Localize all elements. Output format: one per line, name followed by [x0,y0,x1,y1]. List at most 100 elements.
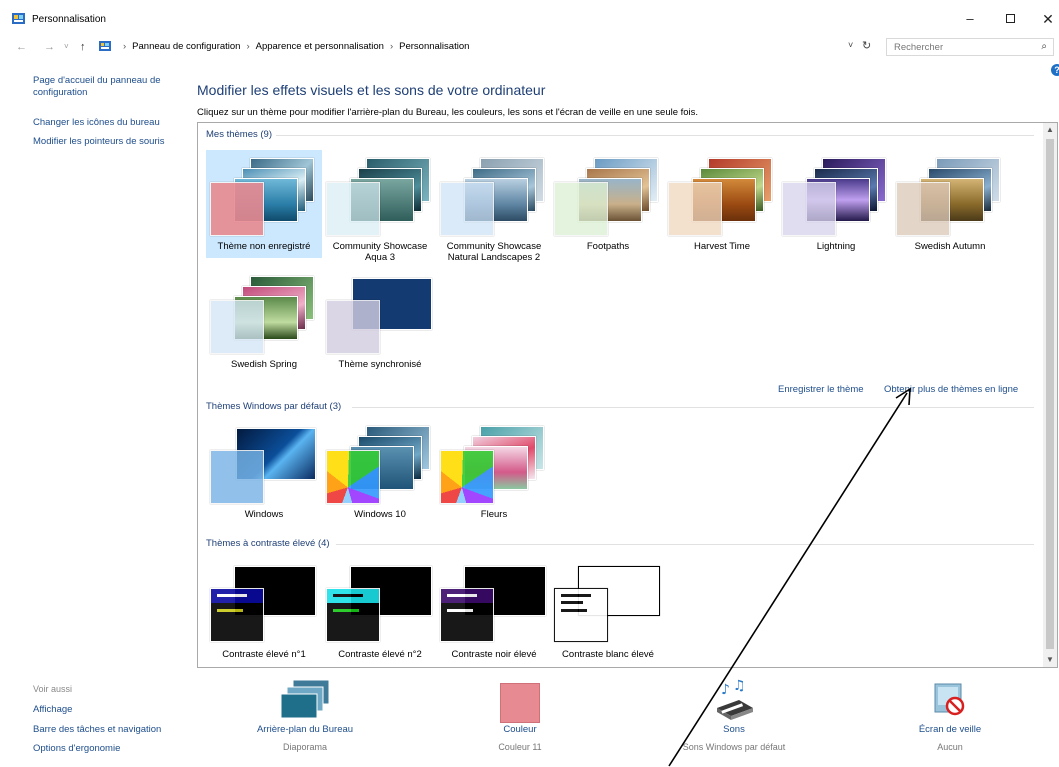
theme-label: Fleurs [480,509,508,520]
search-placeholder: Rechercher [894,42,944,53]
theme-label: Swedish Spring [230,359,297,370]
theme-harvest-time[interactable]: Harvest Time [664,150,780,258]
search-input[interactable]: Rechercher ⌕ [886,38,1054,56]
save-theme-link[interactable]: Enregistrer le thème [778,384,864,395]
color-swatch-icon [500,683,540,723]
search-icon: ⌕ [1041,41,1047,52]
theme-unsaved[interactable]: Thème non enregistré [206,150,322,258]
control-panel-icon [99,41,111,51]
scrollbar[interactable]: ▲ ▼ [1043,123,1057,667]
screensaver-icon [934,683,965,716]
theme-high-contrast-black[interactable]: Contraste noir élevé [436,558,552,666]
section-divider [276,135,1034,136]
theme-label: Community Showcase Aqua 3 [332,241,428,263]
page-description: Cliquez sur un thème pour modifier l'arr… [197,107,699,118]
svg-text:♫: ♫ [733,678,746,694]
theme-lightning[interactable]: Lightning [778,150,894,258]
close-button[interactable]: ✕ [1030,8,1059,30]
svg-text:♪: ♪ [721,682,730,698]
desktop-background-label: Arrière-plan du Bureau [256,724,354,735]
theme-label: Contraste blanc élevé [562,649,654,660]
theme-label: Contraste noir élevé [451,649,537,660]
maximize-icon [1005,14,1015,23]
theme-synchronized[interactable]: Thème synchronisé [322,268,438,376]
theme-natural-landscapes-2[interactable]: Community Showcase Natural Landscapes 2 [436,150,552,263]
section-divider [352,407,1034,408]
theme-label: Thème synchronisé [338,359,422,370]
desktop-background-icon [280,679,330,719]
theme-swedish-autumn[interactable]: Swedish Autumn [892,150,1008,258]
address-dropdown-icon[interactable]: ˅ [848,40,853,50]
theme-high-contrast-1[interactable]: Contraste élevé n°1 [206,558,322,666]
breadcrumb-item[interactable]: Panneau de configuration [132,41,240,52]
theme-label: Windows [244,509,284,520]
scrollbar-thumb[interactable] [1046,139,1054,649]
theme-high-contrast-white[interactable]: Contraste blanc élevé [550,558,666,666]
sounds-value: Sons Windows par défaut [682,742,786,752]
theme-swedish-spring[interactable]: Swedish Spring [206,268,322,376]
theme-label: Contraste élevé n°1 [222,649,306,660]
breadcrumb-item[interactable]: Personnalisation [399,41,469,52]
recent-locations-icon[interactable]: ˅ [64,42,69,51]
theme-label: Footpaths [586,241,630,252]
maximize-button[interactable] [992,8,1028,30]
theme-label: Swedish Autumn [914,241,986,252]
theme-windows[interactable]: Windows [206,418,322,526]
close-icon: ✕ [1042,11,1054,27]
sounds-icon: ♪ ♫ [717,678,753,720]
color-value: Couleur 11 [498,742,542,752]
theme-label: Windows 10 [354,509,406,520]
address-bar[interactable]: › Panneau de configuration › Apparence et p… [97,38,877,56]
window-title: Personnalisation [32,14,106,25]
theme-label: Community Showcase Natural Landscapes 2 [446,241,542,263]
theme-label: Harvest Time [694,241,750,252]
up-arrow-icon[interactable]: ↑ [80,41,86,53]
desktop-background-value: Diaporama [282,742,328,752]
default-themes-header: Thèmes Windows par défaut (3) [206,401,342,412]
section-divider [336,544,1034,545]
color-setting[interactable]: Couleur Couleur 11 [440,678,600,752]
see-also: Voir aussi Affichage Barre des tâches et… [33,684,161,754]
screensaver-value: Aucun [937,742,963,752]
change-desktop-icons-link[interactable]: Changer les icônes du bureau [33,117,160,129]
breadcrumb-separator: › [389,41,394,52]
breadcrumb-item[interactable]: Apparence et personnalisation [256,41,384,52]
minimize-button[interactable]: – [952,8,988,30]
screensaver-setting[interactable]: Écran de veille Aucun [870,678,1030,752]
theme-aqua-3[interactable]: Community Showcase Aqua 3 [322,150,438,263]
sounds-setting[interactable]: ♪ ♫ Sons Sons Windows par défaut [654,678,814,752]
control-panel-home-link[interactable]: Page d'accueil du panneau de configurati… [33,75,178,99]
display-link[interactable]: Affichage [33,704,72,715]
theme-footpaths[interactable]: Footpaths [550,150,666,258]
theme-flowers[interactable]: Fleurs [436,418,552,526]
desktop-background-setting[interactable]: Arrière-plan du Bureau Diaporama [225,678,385,752]
help-icon[interactable]: ? [1051,64,1059,76]
change-mouse-pointers-link[interactable]: Modifier les pointeurs de souris [33,136,164,148]
scroll-down-icon[interactable]: ▼ [1043,653,1057,667]
control-panel-icon [12,13,25,24]
breadcrumb: › Panneau de configuration › Apparence et p… [117,41,469,52]
back-arrow-icon[interactable]: ← [16,41,27,53]
ease-of-access-link[interactable]: Options d'ergonomie [33,743,120,754]
color-label: Couleur [503,724,537,735]
screensaver-label: Écran de veille [918,724,982,735]
refresh-icon[interactable]: ↻ [862,39,871,52]
title-bar: Personnalisation – ✕ [0,0,1059,38]
theme-label: Lightning [816,241,856,252]
breadcrumb-separator: › [123,41,127,52]
scroll-up-icon[interactable]: ▲ [1043,123,1057,137]
taskbar-navigation-link[interactable]: Barre des tâches et navigation [33,724,161,735]
theme-label: Contraste élevé n°2 [338,649,422,660]
page-title: Modifier les effets visuels et les sons … [197,82,546,98]
get-more-themes-link[interactable]: Obtenir plus de thèmes en ligne [884,384,1018,395]
forward-arrow-icon[interactable]: → [44,41,55,53]
my-themes-header: Mes thèmes (9) [206,129,272,140]
theme-high-contrast-2[interactable]: Contraste élevé n°2 [322,558,438,666]
see-also-header: Voir aussi [33,684,73,694]
breadcrumb-separator: › [246,41,250,52]
sounds-label: Sons [723,724,745,735]
contrast-themes-header: Thèmes à contraste élevé (4) [206,538,330,549]
theme-windows-10[interactable]: Windows 10 [322,418,438,526]
theme-label: Thème non enregistré [217,241,311,252]
minimize-icon: – [966,11,974,26]
